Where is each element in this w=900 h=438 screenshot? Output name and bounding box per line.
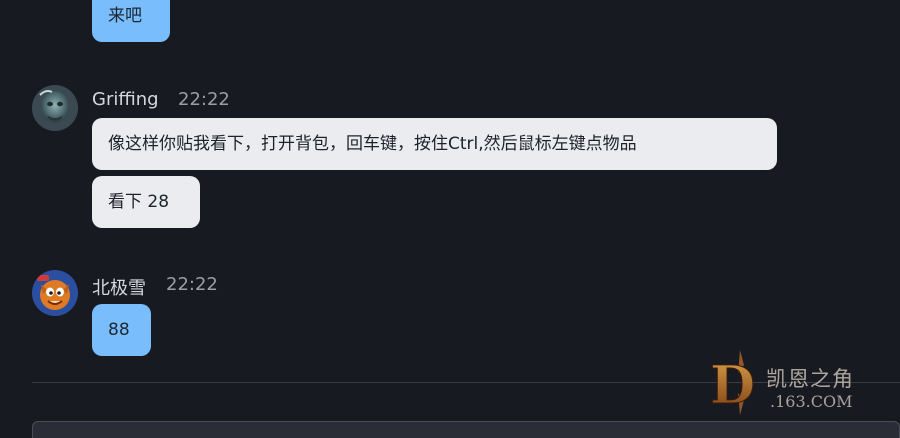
message-text: 像这样你贴我看下，打开背包，回车键，按住Ctrl,然后鼠标左键点物品 — [108, 133, 637, 154]
watermark: D 凯恩之角 .163.COM — [700, 345, 900, 420]
sender-name[interactable]: Griffing — [92, 89, 159, 110]
chat-window: 来吧 Griffing 22:22 像这样你贴我看下，打开背包，回车键，按住Ct… — [0, 0, 900, 438]
message-bubble: 看下 28 — [92, 176, 200, 228]
avatar[interactable] — [32, 85, 78, 131]
svg-text:D: D — [710, 355, 755, 416]
message-bubble: 来吧 — [92, 0, 170, 42]
message-input[interactable] — [32, 421, 900, 438]
watermark-domain: .163.COM — [770, 392, 853, 411]
griffing-avatar-icon — [32, 85, 78, 131]
message-text: 看下 28 — [108, 191, 170, 212]
message-text: 来吧 — [108, 5, 142, 26]
fox-avatar-icon — [32, 270, 78, 316]
message-timestamp: 22:22 — [178, 89, 230, 110]
watermark-brand: 凯恩之角 — [766, 367, 854, 391]
message-timestamp: 22:22 — [166, 274, 218, 295]
avatar[interactable] — [32, 270, 78, 316]
message-bubble: 像这样你贴我看下，打开背包，回车键，按住Ctrl,然后鼠标左键点物品 — [92, 118, 777, 170]
message-text: 88 — [108, 319, 130, 340]
message-bubble: 88 — [92, 304, 151, 356]
diablo-logo-icon: D — [710, 350, 756, 417]
sender-name[interactable]: 北极雪 — [92, 274, 146, 300]
